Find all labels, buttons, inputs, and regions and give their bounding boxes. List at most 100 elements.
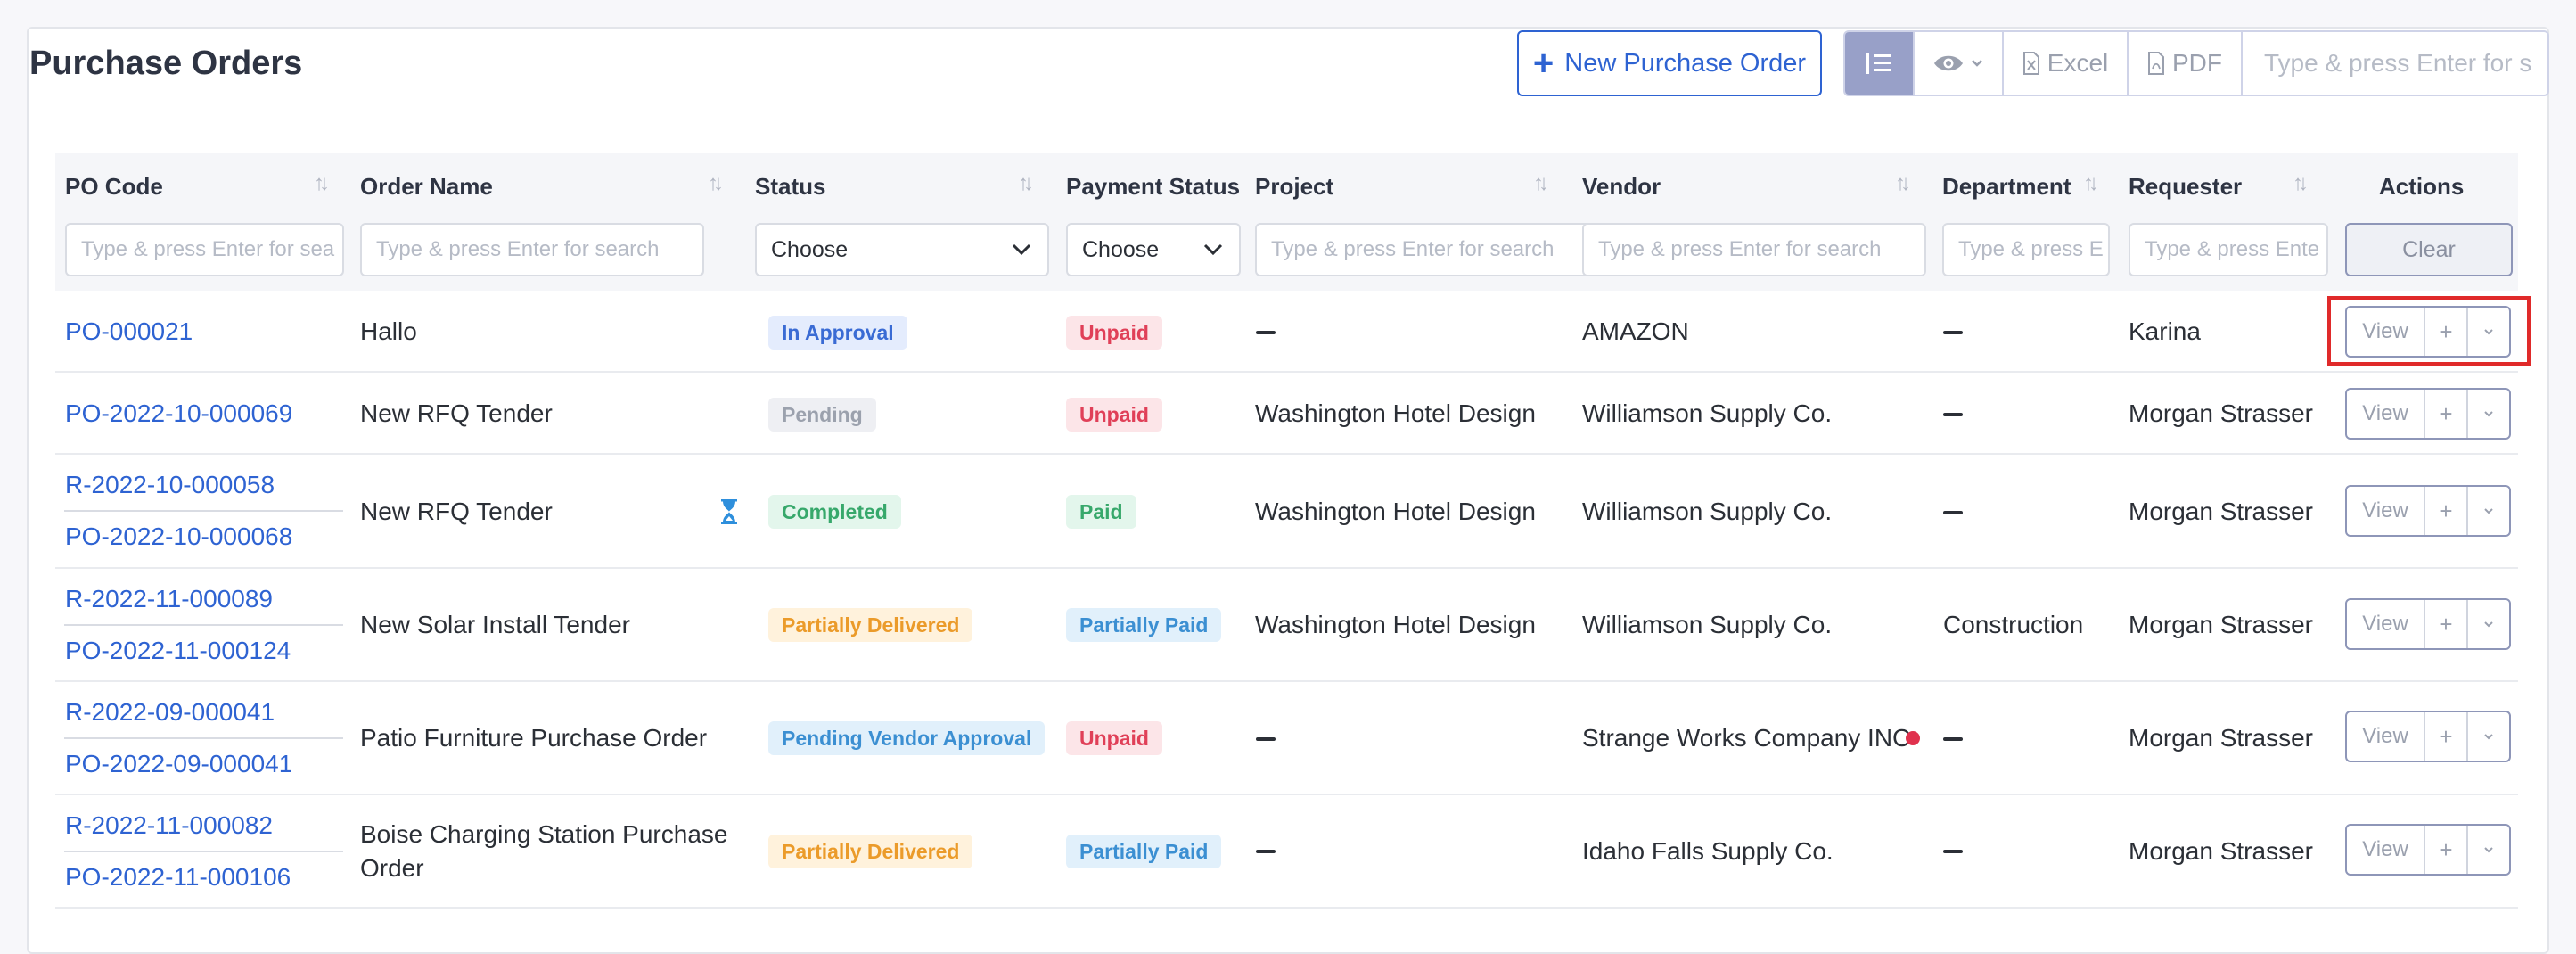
add-button[interactable]: + bbox=[2425, 826, 2468, 874]
project-filter-input[interactable]: Type & press Enter for search bbox=[1255, 223, 1599, 276]
sort-icon[interactable]: ↑↓ bbox=[314, 171, 330, 196]
new-purchase-order-button[interactable]: + New Purchase Order bbox=[1517, 30, 1822, 96]
add-button[interactable]: + bbox=[2425, 712, 2468, 761]
vendor-alert-dot bbox=[1906, 731, 1920, 745]
sort-icon[interactable]: ↑↓ bbox=[2293, 171, 2309, 196]
vendor-name: AMAZON bbox=[1582, 317, 1689, 345]
project-name: Washington Hotel Design bbox=[1255, 611, 1536, 638]
column-header-payment-status[interactable]: Payment Status bbox=[1066, 166, 1240, 207]
column-header-actions: Actions bbox=[2379, 172, 2465, 200]
requisition-code-link[interactable]: R-2022-09-000041 bbox=[65, 698, 275, 727]
order-name: New Solar Install Tender bbox=[360, 611, 630, 638]
status-badge: Completed bbox=[768, 495, 901, 529]
payment-status-badge: Unpaid bbox=[1066, 316, 1162, 350]
view-button[interactable]: View bbox=[2347, 487, 2425, 535]
payment-status-filter-value: Choose bbox=[1082, 236, 1160, 262]
list-view-toggle[interactable] bbox=[1845, 32, 1915, 95]
requisition-code-link[interactable]: R-2022-10-000058 bbox=[65, 471, 275, 499]
empty-department-dash bbox=[1943, 511, 1963, 514]
excel-file-icon bbox=[2022, 52, 2039, 75]
po-code-link[interactable]: PO-2022-10-000069 bbox=[65, 399, 292, 428]
empty-project-dash bbox=[1256, 850, 1276, 853]
column-header-order-name[interactable]: Order Name bbox=[360, 166, 493, 207]
add-button[interactable]: + bbox=[2425, 600, 2468, 648]
view-button[interactable]: View bbox=[2347, 600, 2425, 648]
order-name-filter-input[interactable]: Type & press Enter for search bbox=[360, 223, 704, 276]
vendor-name: Strange Works Company INC bbox=[1582, 724, 1911, 752]
chevron-down-icon bbox=[2484, 734, 2493, 740]
export-excel-button[interactable]: Excel bbox=[2004, 32, 2129, 95]
order-name: New RFQ Tender bbox=[360, 399, 553, 427]
export-excel-label: Excel bbox=[2047, 49, 2109, 77]
global-search-input[interactable]: Type & press Enter for s bbox=[2243, 32, 2547, 95]
po-code-link[interactable]: PO-2022-09-000041 bbox=[65, 750, 292, 778]
view-button[interactable]: View bbox=[2347, 390, 2425, 438]
payment-status-badge: Paid bbox=[1066, 495, 1136, 529]
column-header-project[interactable]: Project bbox=[1255, 166, 1333, 207]
add-button[interactable]: + bbox=[2425, 390, 2468, 438]
code-separator bbox=[64, 851, 343, 852]
payment-status-badge: Partially Paid bbox=[1066, 835, 1222, 868]
column-header-status[interactable]: Status bbox=[755, 166, 825, 207]
more-actions-dropdown[interactable] bbox=[2468, 600, 2509, 648]
empty-project-dash bbox=[1256, 737, 1276, 741]
row-actions: View + bbox=[2345, 388, 2511, 440]
po-code-filter-input[interactable]: Type & press Enter for sea bbox=[65, 223, 344, 276]
table-header: PO Code ↑↓ Order Name ↑↓ Status ↑↓ Payme… bbox=[55, 153, 2518, 291]
view-button[interactable]: View bbox=[2347, 712, 2425, 761]
po-code-link[interactable]: PO-2022-11-000124 bbox=[65, 637, 291, 665]
po-code-link[interactable]: PO-2022-10-000068 bbox=[65, 522, 292, 551]
requester-name: Morgan Strasser bbox=[2129, 498, 2313, 525]
status-badge: Pending Vendor Approval bbox=[768, 721, 1046, 755]
more-actions-dropdown[interactable] bbox=[2468, 826, 2509, 874]
more-actions-dropdown[interactable] bbox=[2468, 390, 2509, 438]
status-filter-select[interactable]: Choose bbox=[755, 223, 1049, 276]
row-actions: View + bbox=[2345, 824, 2511, 876]
export-pdf-label: PDF bbox=[2172, 49, 2222, 77]
sort-icon[interactable]: ↑↓ bbox=[1895, 171, 1911, 196]
payment-status-filter-select[interactable]: Choose bbox=[1066, 223, 1241, 276]
vendor-name: Williamson Supply Co. bbox=[1582, 498, 1833, 525]
chevron-down-icon bbox=[2484, 847, 2493, 853]
requisition-code-link[interactable]: R-2022-11-000082 bbox=[65, 811, 273, 840]
row-actions: View + bbox=[2345, 485, 2511, 537]
sort-icon[interactable]: ↑↓ bbox=[1533, 171, 1549, 196]
column-header-requester[interactable]: Requester bbox=[2129, 166, 2242, 207]
payment-status-badge: Unpaid bbox=[1066, 721, 1162, 755]
order-name: New RFQ Tender bbox=[360, 498, 553, 525]
chevron-down-icon bbox=[2484, 621, 2493, 628]
department-name: Construction bbox=[1943, 611, 2084, 638]
hourglass-icon bbox=[721, 499, 737, 524]
department-filter-input[interactable]: Type & press E bbox=[1942, 223, 2110, 276]
requester-filter-input[interactable]: Type & press Ente bbox=[2129, 223, 2328, 276]
highlight-box bbox=[2327, 296, 2531, 366]
chevron-down-icon bbox=[1203, 243, 1223, 256]
column-visibility-dropdown[interactable] bbox=[1915, 32, 2004, 95]
plus-icon: + bbox=[1532, 44, 1555, 83]
status-filter-value: Choose bbox=[771, 236, 849, 262]
export-pdf-button[interactable]: PDF bbox=[2129, 32, 2243, 95]
po-code-link[interactable]: PO-000021 bbox=[65, 317, 193, 346]
view-button[interactable]: View bbox=[2347, 826, 2425, 874]
sort-icon[interactable]: ↑↓ bbox=[708, 171, 724, 196]
status-badge: Partially Delivered bbox=[768, 608, 973, 642]
column-header-department[interactable]: Department bbox=[1942, 166, 2071, 207]
column-header-po-code[interactable]: PO Code bbox=[65, 166, 163, 207]
column-header-vendor[interactable]: Vendor bbox=[1582, 166, 1661, 207]
add-button[interactable]: + bbox=[2425, 487, 2468, 535]
po-code-link[interactable]: PO-2022-11-000106 bbox=[65, 863, 291, 892]
vendor-name: Williamson Supply Co. bbox=[1582, 611, 1833, 638]
more-actions-dropdown[interactable] bbox=[2468, 712, 2509, 761]
sort-icon[interactable]: ↑↓ bbox=[1018, 171, 1034, 196]
more-actions-dropdown[interactable] bbox=[2468, 487, 2509, 535]
clear-filters-button[interactable]: Clear bbox=[2345, 223, 2513, 276]
empty-project-dash bbox=[1256, 331, 1276, 334]
toolbar: + New Purchase Order Excel PDF Type & pr… bbox=[1517, 30, 2549, 96]
payment-status-badge: Unpaid bbox=[1066, 398, 1162, 432]
sort-icon[interactable]: ↑↓ bbox=[2083, 171, 2099, 196]
requisition-code-link[interactable]: R-2022-11-000089 bbox=[65, 585, 273, 613]
page-title: Purchase Orders bbox=[29, 45, 303, 82]
empty-department-dash bbox=[1943, 737, 1963, 741]
code-separator bbox=[64, 737, 343, 739]
vendor-filter-input[interactable]: Type & press Enter for search bbox=[1582, 223, 1926, 276]
